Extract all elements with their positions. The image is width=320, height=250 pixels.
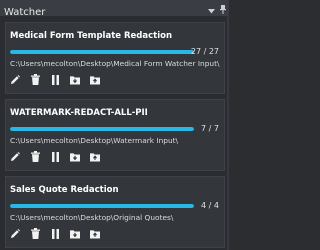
folder-download-icon[interactable]: [70, 151, 80, 162]
folder-upload-icon[interactable]: [90, 74, 100, 85]
edit-icon[interactable]: [10, 228, 20, 239]
watch-folder-path: C:\Users\mecolton\Desktop\Original Quote…: [10, 213, 174, 222]
progress-bar: [10, 50, 194, 54]
trash-icon[interactable]: [30, 74, 40, 85]
pause-icon[interactable]: [50, 74, 60, 85]
edit-icon[interactable]: [10, 74, 20, 85]
progress-fill: [10, 50, 194, 54]
watcher-name: Medical Form Template Redaction: [10, 31, 173, 41]
card-actions: [10, 74, 100, 85]
pause-icon[interactable]: [50, 151, 60, 162]
title-bar-controls: [208, 0, 226, 16]
card-actions: [10, 228, 100, 239]
progress-count: 4 / 4: [201, 201, 219, 210]
watcher-name: WATERMARK-REDACT-ALL-PII: [10, 108, 148, 118]
pin-icon[interactable]: [220, 0, 226, 18]
progress-fill: [10, 127, 194, 131]
progress-bar: [10, 127, 194, 131]
window-title: Watcher: [4, 7, 46, 18]
scrollbar[interactable]: [227, 16, 229, 250]
progress-count: 27 / 27: [190, 47, 219, 56]
progress-count: 7 / 7: [201, 124, 219, 133]
progress-bar: [10, 204, 194, 208]
folder-upload-icon[interactable]: [90, 228, 100, 239]
trash-icon[interactable]: [30, 228, 40, 239]
pause-icon[interactable]: [50, 228, 60, 239]
watcher-card: WATERMARK-REDACT-ALL-PII 7 / 7 C:\Users\…: [5, 99, 225, 171]
folder-download-icon[interactable]: [70, 74, 80, 85]
folder-upload-icon[interactable]: [90, 151, 100, 162]
watcher-name: Sales Quote Redaction: [10, 185, 119, 195]
trash-icon[interactable]: [30, 151, 40, 162]
watcher-card: Medical Form Template Redaction 27 / 27 …: [5, 22, 225, 94]
watcher-card: Sales Quote Redaction 4 / 4 C:\Users\mec…: [5, 176, 225, 248]
watch-folder-path: C:\Users\mecolton\Desktop\Medical Form W…: [10, 59, 220, 68]
watcher-window: Watcher Medical Form Template Redaction …: [0, 0, 229, 250]
edit-icon[interactable]: [10, 151, 20, 162]
folder-download-icon[interactable]: [70, 228, 80, 239]
watch-folder-path: C:\Users\mecolton\Desktop\Watermark Inpu…: [10, 136, 179, 145]
progress-fill: [10, 204, 194, 208]
card-actions: [10, 151, 100, 162]
dropdown-icon[interactable]: [208, 0, 215, 18]
title-bar: Watcher: [0, 0, 229, 18]
